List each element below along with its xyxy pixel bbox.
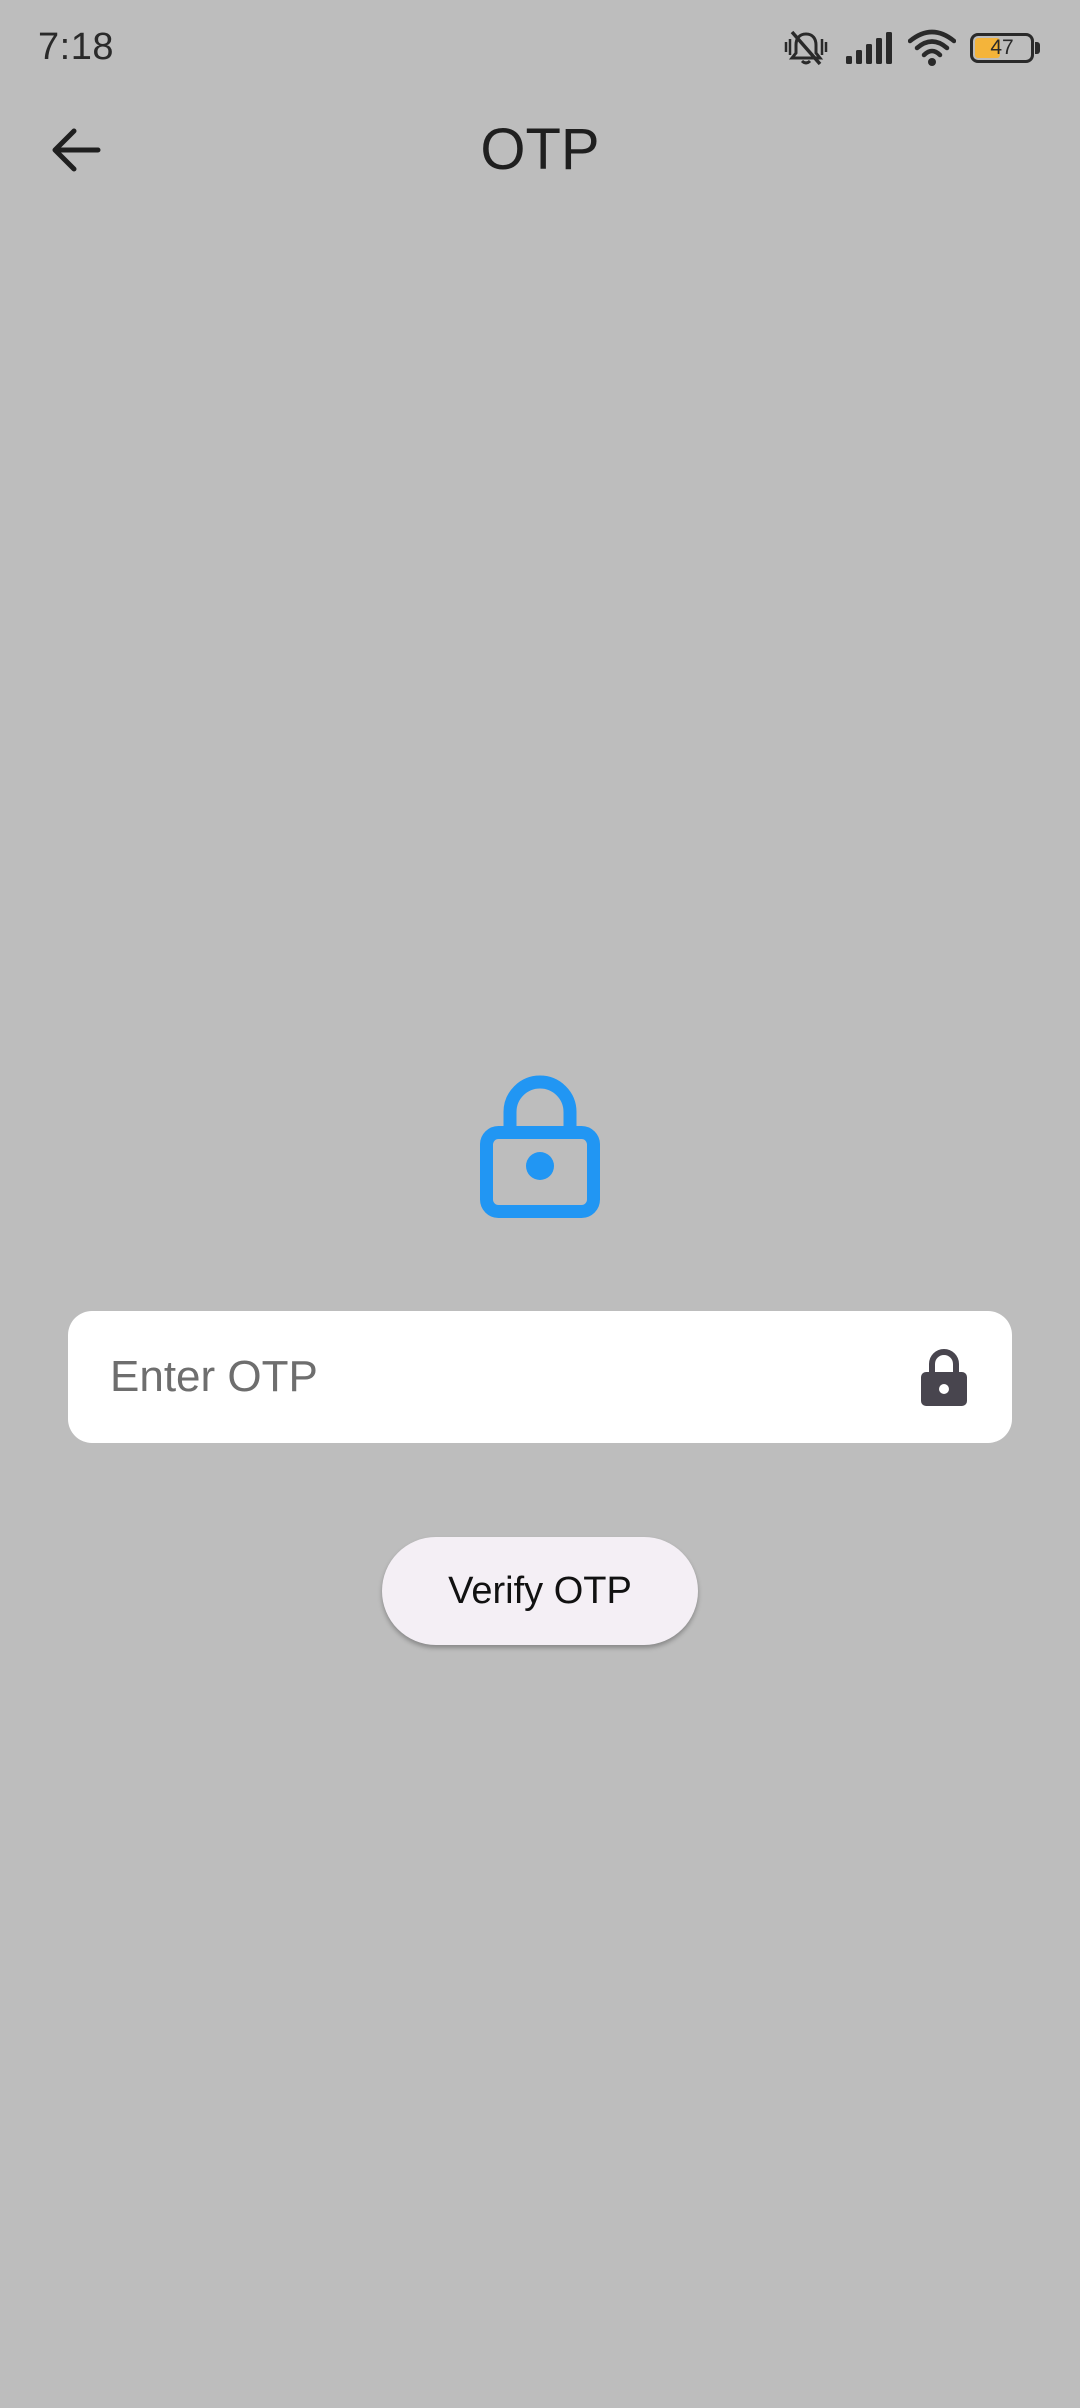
wifi-icon <box>908 29 956 67</box>
status-bar: 7:18 47 <box>0 0 1080 100</box>
vibrate-mute-icon <box>782 28 830 68</box>
status-time: 7:18 <box>38 26 114 68</box>
lock-outline-icon <box>480 1068 600 1218</box>
otp-field[interactable] <box>68 1311 1012 1443</box>
signal-icon <box>844 30 894 66</box>
verify-otp-button[interactable]: Verify OTP <box>382 1537 698 1645</box>
status-icons: 47 <box>782 28 1040 68</box>
otp-input[interactable] <box>68 1311 914 1443</box>
battery-level: 47 <box>990 36 1014 59</box>
battery-icon: 47 <box>970 33 1040 63</box>
page-title: OTP <box>480 117 600 182</box>
lock-icon <box>914 1341 974 1413</box>
app-bar: OTP <box>0 100 1080 200</box>
